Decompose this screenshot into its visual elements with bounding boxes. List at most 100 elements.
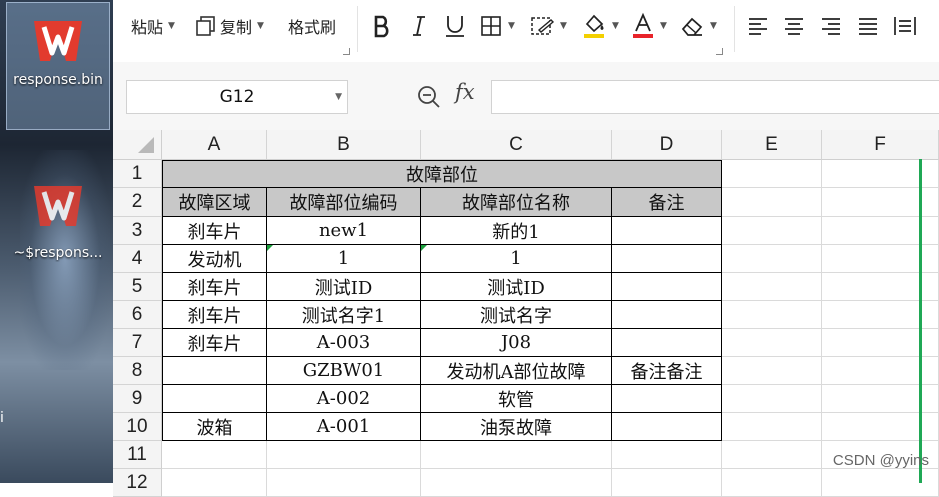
table-cell[interactable]: 备注备注	[612, 357, 722, 385]
grid-cell[interactable]	[612, 441, 722, 469]
table-cell[interactable]	[612, 273, 722, 301]
select-all-corner[interactable]	[113, 130, 162, 160]
formula-input[interactable]	[491, 80, 939, 114]
grid-cell[interactable]	[421, 469, 612, 497]
grid-cell[interactable]	[722, 301, 822, 329]
grid-cell[interactable]	[162, 441, 267, 469]
grid-cell[interactable]	[722, 441, 822, 469]
row-header-11[interactable]: 11	[113, 441, 162, 469]
spreadsheet-grid[interactable]: ABCDEF 1 2 3 4 5 6 7 8 9 10 11 12 故障部位 故障区域 故障部位编码 故障部…	[113, 130, 939, 497]
table-cell[interactable]: A-001	[267, 413, 421, 441]
table-cell[interactable]: 测试名字1	[267, 301, 421, 329]
table-cell[interactable]: 刹车片	[162, 301, 267, 329]
grid-cell[interactable]	[267, 469, 421, 497]
italic-button[interactable]	[409, 6, 429, 46]
table-cell[interactable]: 测试ID	[267, 273, 421, 301]
column-header-e[interactable]: E	[722, 130, 822, 160]
grid-cell[interactable]	[722, 217, 822, 245]
clipboard-group-launcher-icon[interactable]	[343, 48, 350, 55]
desktop-file-temp-response[interactable]: ~$respons...	[6, 178, 110, 262]
grid-cell[interactable]	[267, 441, 421, 469]
column-header-b[interactable]: B	[267, 130, 421, 160]
column-header-d[interactable]: D	[612, 130, 722, 160]
row-header-2[interactable]: 2	[113, 188, 162, 217]
table-cell[interactable]: 新的1	[421, 217, 612, 245]
column-header-f[interactable]: F	[822, 130, 939, 160]
borders-button[interactable]: ▼	[479, 6, 515, 46]
row-header-10[interactable]: 10	[113, 413, 162, 441]
distributed-align-button[interactable]	[893, 6, 917, 46]
grid-cell[interactable]	[162, 469, 267, 497]
grid-cell[interactable]	[722, 160, 822, 188]
cell-style-button[interactable]: ▼	[529, 6, 567, 46]
desktop-file-response-bin[interactable]: response.bin	[6, 2, 110, 130]
table-cell[interactable]: 刹车片	[162, 217, 267, 245]
row-header-7[interactable]: 7	[113, 329, 162, 357]
table-cell[interactable]: 发动机A部位故障	[421, 357, 612, 385]
copy-button[interactable]: 复制 ▼	[195, 6, 264, 46]
grid-cell[interactable]	[722, 188, 822, 217]
chevron-down-icon[interactable]: ▼	[335, 81, 342, 113]
table-header-cell[interactable]: 故障部位编码	[267, 188, 421, 217]
grid-cell[interactable]	[722, 273, 822, 301]
table-cell[interactable]: 1	[421, 245, 612, 273]
row-header-8[interactable]: 8	[113, 357, 162, 385]
row-header-6[interactable]: 6	[113, 301, 162, 329]
table-header-cell[interactable]: 故障部位名称	[421, 188, 612, 217]
table-title-cell[interactable]: 故障部位	[162, 160, 722, 188]
name-box[interactable]: G12 ▼	[126, 80, 348, 114]
table-cell[interactable]: GZBW01	[267, 357, 421, 385]
table-cell[interactable]: 波箱	[162, 413, 267, 441]
grid-cell[interactable]	[722, 413, 822, 441]
table-cell[interactable]: A-003	[267, 329, 421, 357]
grid-cell[interactable]	[612, 469, 722, 497]
align-center-button[interactable]	[783, 6, 805, 46]
table-cell[interactable]: 油泵故障	[421, 413, 612, 441]
row-header-1[interactable]: 1	[113, 160, 162, 188]
table-cell[interactable]	[612, 329, 722, 357]
table-cell[interactable]	[612, 413, 722, 441]
table-cell[interactable]: 测试ID	[421, 273, 612, 301]
grid-cell[interactable]	[722, 385, 822, 413]
table-cell[interactable]: 发动机	[162, 245, 267, 273]
table-cell[interactable]	[612, 385, 722, 413]
clear-format-button[interactable]: ▼	[679, 6, 717, 46]
table-cell[interactable]	[162, 385, 267, 413]
table-header-cell[interactable]: 备注	[612, 188, 722, 217]
grid-cell[interactable]	[421, 441, 612, 469]
table-cell[interactable]	[612, 217, 722, 245]
row-header-5[interactable]: 5	[113, 273, 162, 301]
table-cell[interactable]	[612, 301, 722, 329]
row-header-4[interactable]: 4	[113, 245, 162, 273]
row-header-3[interactable]: 3	[113, 217, 162, 245]
font-group-launcher-icon[interactable]	[716, 48, 723, 55]
fx-icon[interactable]: fx	[455, 80, 475, 104]
table-cell[interactable]	[162, 357, 267, 385]
table-cell[interactable]: 刹车片	[162, 329, 267, 357]
column-header-a[interactable]: A	[162, 130, 267, 160]
underline-button[interactable]	[443, 6, 467, 46]
table-cell[interactable]: 软管	[421, 385, 612, 413]
table-cell[interactable]: A-002	[267, 385, 421, 413]
align-right-button[interactable]	[820, 6, 842, 46]
font-color-button[interactable]: ▼	[631, 6, 667, 46]
fill-color-button[interactable]: ▼	[581, 6, 619, 46]
table-cell[interactable]: J08	[421, 329, 612, 357]
bold-button[interactable]	[371, 6, 393, 46]
grid-cell[interactable]	[722, 245, 822, 273]
row-header-9[interactable]: 9	[113, 385, 162, 413]
table-cell[interactable]	[612, 245, 722, 273]
table-cell[interactable]: 刹车片	[162, 273, 267, 301]
table-header-cell[interactable]: 故障区域	[162, 188, 267, 217]
row-header-12[interactable]: 12	[113, 469, 162, 497]
table-cell[interactable]: new1	[267, 217, 421, 245]
grid-cell[interactable]	[722, 357, 822, 385]
table-cell[interactable]: 测试名字	[421, 301, 612, 329]
grid-cell[interactable]	[722, 329, 822, 357]
format-painter-button[interactable]: 格式刷	[288, 6, 336, 46]
align-left-button[interactable]	[747, 6, 769, 46]
zoom-icon[interactable]	[416, 84, 442, 110]
paste-button[interactable]: 粘贴 ▼	[131, 6, 175, 46]
grid-cell[interactable]	[722, 469, 822, 497]
column-header-c[interactable]: C	[421, 130, 612, 160]
